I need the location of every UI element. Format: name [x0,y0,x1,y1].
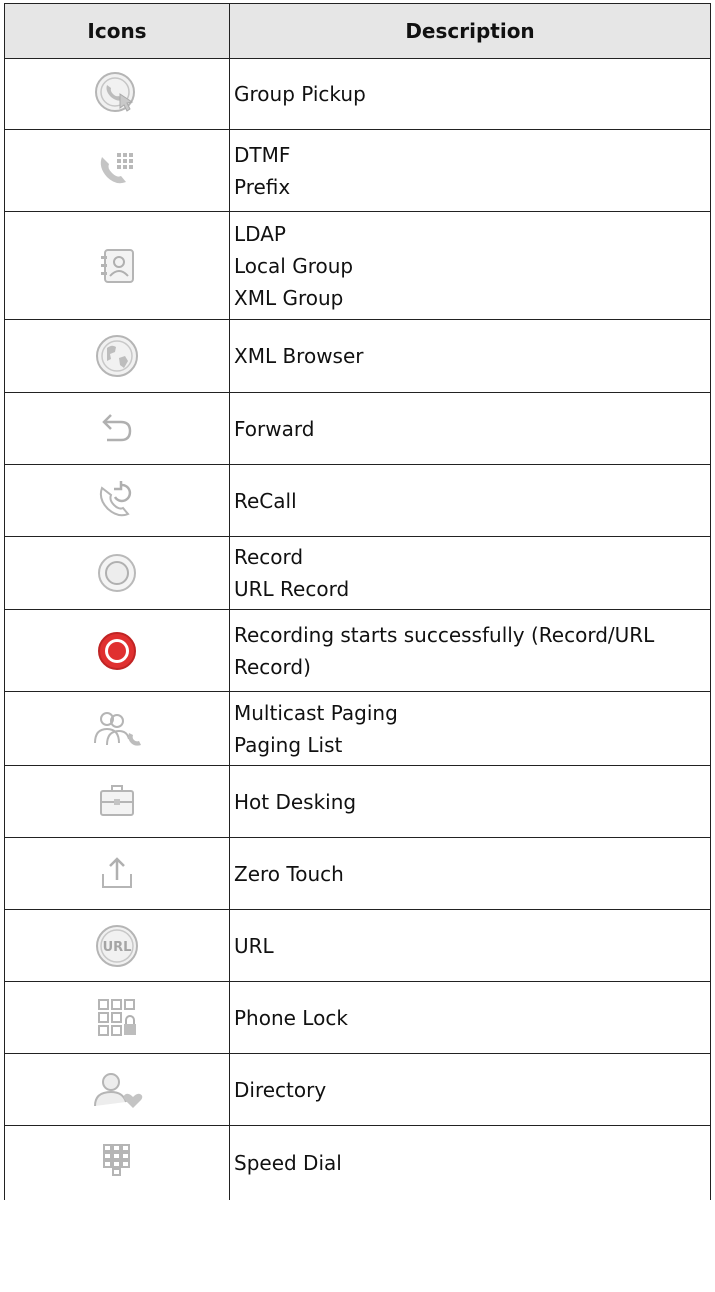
hot-desking-icon [5,778,229,826]
record-icon [5,549,229,597]
description-cell: Record URL Record [229,536,711,610]
recording-active-icon [5,627,229,675]
description-line: Zero Touch [234,861,344,886]
icon-cell [4,58,230,130]
table-row: Hot Desking [4,765,711,838]
icon-cell [4,536,230,610]
description-cell: LDAP Local Group XML Group [229,211,711,320]
description-line: Record [234,545,304,569]
group-pickup-icon [5,70,229,118]
icon-cell [4,319,230,393]
table-row: Speed Dial [4,1125,711,1200]
description-cell: Phone Lock [229,981,711,1054]
description-line: ReCall [234,488,297,513]
description-cell: Recording starts successfully (Record/UR… [229,609,711,692]
description-line: Recording starts successfully (Record/UR… [234,622,655,679]
table-header-row: Icons Description [4,3,711,59]
description-cell: URL [229,909,711,982]
description-line: Multicast Paging [234,700,398,725]
description-cell: Zero Touch [229,837,711,910]
dtmf-icon [5,147,229,195]
table-row: ReCall [4,464,711,537]
paging-icon [5,705,229,753]
speed-dial-icon [5,1139,229,1187]
description-cell: Multicast Paging Paging List [229,691,711,766]
description-line: XML Group [234,285,344,310]
icon-cell [4,981,230,1054]
icon-cell [4,609,230,692]
description-line: URL Record [234,577,350,601]
description-line: Group Pickup [234,82,366,106]
icon-cell: URL [4,909,230,982]
description-line: LDAP [234,221,286,246]
description-cell: Speed Dial [229,1125,711,1200]
icon-cell [4,765,230,838]
description-line: Directory [234,1077,327,1102]
table-row: URL URL [4,909,711,982]
icons-table: Icons Description Group Pickup DTMF Pref… [4,3,711,1200]
description-line: DTMF [234,142,291,167]
icon-cell [4,392,230,465]
description-line: Paging List [234,732,343,757]
table-row: DTMF Prefix [4,129,711,212]
description-column-header: Description [229,3,711,59]
table-row: Directory [4,1053,711,1126]
table-row: Forward [4,392,711,465]
icon-cell [4,1125,230,1200]
table-row: Group Pickup [4,58,711,130]
description-cell: Group Pickup [229,58,711,130]
icon-cell [4,211,230,320]
description-cell: Hot Desking [229,765,711,838]
description-cell: ReCall [229,464,711,537]
table-row: LDAP Local Group XML Group [4,211,711,320]
description-cell: Directory [229,1053,711,1126]
table-row: Zero Touch [4,837,711,910]
icon-cell [4,464,230,537]
recall-icon [5,477,229,525]
description-line: Phone Lock [234,1005,348,1030]
description-line: Speed Dial [234,1150,342,1175]
table-row: Phone Lock [4,981,711,1054]
url-icon: URL [5,922,229,970]
description-line: Local Group [234,253,354,278]
description-line: XML Browser [234,344,364,368]
icon-cell [4,129,230,212]
globe-icon [5,332,229,380]
icon-cell [4,691,230,766]
table-row: Record URL Record [4,536,711,610]
icons-column-header: Icons [4,3,230,59]
table-row: Multicast Paging Paging List [4,691,711,766]
description-cell: DTMF Prefix [229,129,711,212]
table-row: Recording starts successfully (Record/UR… [4,609,711,692]
directory-icon [5,1066,229,1114]
icon-cell [4,837,230,910]
phone-lock-icon [5,994,229,1042]
description-line: Hot Desking [234,789,357,814]
description-line: Prefix [234,174,291,199]
description-cell: Forward [229,392,711,465]
zero-touch-icon [5,850,229,898]
description-line: Forward [234,416,315,441]
description-line: URL [234,933,274,958]
description-cell: XML Browser [229,319,711,393]
contact-book-icon [5,242,229,290]
table-row: XML Browser [4,319,711,393]
svg-text:URL: URL [103,940,132,955]
forward-icon [5,405,229,453]
icon-cell [4,1053,230,1126]
